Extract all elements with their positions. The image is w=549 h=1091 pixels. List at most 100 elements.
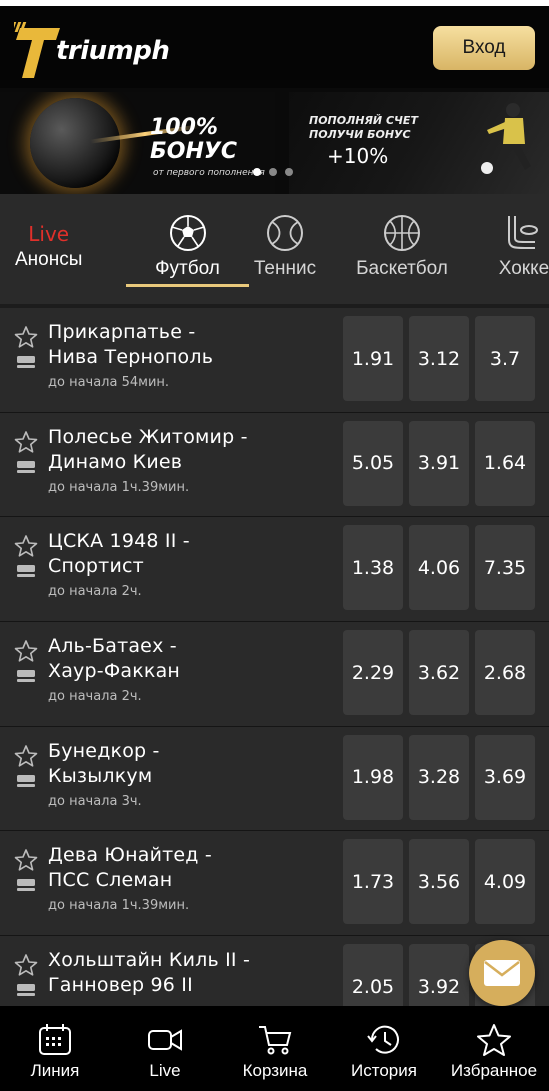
tab-tennis[interactable]: Теннис — [240, 194, 330, 304]
carousel-dot[interactable] — [253, 168, 261, 176]
nav-live[interactable]: Live — [110, 1006, 220, 1091]
odds-group: 5.05 3.91 1.64 — [343, 420, 535, 506]
away-team: Кызылкум — [48, 764, 153, 787]
odd-away-win[interactable]: 2.68 — [475, 630, 535, 716]
calendar-icon — [39, 1024, 71, 1055]
favorite-star-icon[interactable] — [14, 639, 38, 663]
favorite-star-icon[interactable] — [14, 430, 38, 454]
favorite-star-icon[interactable] — [14, 534, 38, 558]
soccer-ball-image — [30, 98, 120, 188]
star-icon — [477, 1024, 511, 1056]
match-row[interactable]: Прикарпатье - Нива Тернополь до начала 5… — [0, 308, 549, 413]
carousel-dots — [253, 168, 293, 176]
promo-banner-bonus[interactable]: 100% БОНУС от первого пополнения — [0, 92, 275, 194]
match-row[interactable]: Аль-Батаех - Хаур-Факкан до начала 2ч. 2… — [0, 622, 549, 727]
odds-group: 1.38 4.06 7.35 — [343, 525, 535, 611]
match-teams[interactable]: Хольштайн Киль II - Ганновер 96 II — [48, 948, 333, 998]
history-icon — [367, 1025, 399, 1054]
odds-group: 2.29 3.62 2.68 — [343, 630, 535, 716]
odd-home-win[interactable]: 1.73 — [343, 839, 403, 925]
broadcast-icon — [17, 984, 35, 997]
odd-away-win[interactable]: 1.64 — [475, 420, 535, 506]
nav-line[interactable]: Линия — [0, 1006, 110, 1091]
odds-group: 1.73 3.56 4.09 — [343, 839, 535, 925]
broadcast-icon — [17, 460, 35, 473]
match-teams[interactable]: Прикарпатье - Нива Тернополь — [48, 320, 333, 370]
odd-away-win[interactable]: 3.69 — [475, 734, 535, 820]
match-teams[interactable]: Бунедкор - Кызылкум — [48, 739, 333, 789]
favorite-star-icon[interactable] — [14, 953, 38, 977]
match-row[interactable]: Бунедкор - Кызылкум до начала 3ч. 1.98 3… — [0, 726, 549, 832]
tab-football[interactable]: Футбол — [126, 194, 249, 304]
away-team: Хаур-Факкан — [48, 660, 181, 683]
support-mail-button[interactable] — [469, 940, 535, 1006]
home-team: Дева Юнайтед - — [48, 844, 212, 867]
carousel-dot[interactable] — [285, 168, 293, 176]
match-teams[interactable]: Полесье Житомир - Динамо Киев — [48, 425, 333, 475]
odds-group: 1.98 3.28 3.69 — [343, 734, 535, 820]
tab-football-label: Футбол — [155, 258, 220, 279]
broadcast-icon — [17, 356, 35, 368]
nav-line-label: Линия — [30, 1061, 80, 1080]
app-header: triumph Вход — [0, 6, 549, 88]
odd-draw[interactable]: 3.62 — [409, 630, 469, 716]
tab-basketball[interactable]: Баскетбол — [346, 194, 458, 304]
favorite-star-icon[interactable] — [14, 325, 38, 349]
tab-tennis-label: Теннис — [253, 258, 317, 279]
home-team: Прикарпатье - — [48, 321, 196, 343]
match-row[interactable]: Дева Юнайтед - ПСС Слеман до начала 1ч.3… — [0, 831, 549, 937]
match-row[interactable]: ЦСКА 1948 II - Спортист до начала 2ч. 1.… — [0, 517, 549, 623]
tennis-ball-icon — [267, 215, 303, 251]
odd-draw[interactable]: 3.28 — [409, 734, 469, 820]
favorite-star-icon[interactable] — [14, 744, 38, 768]
odd-away-win[interactable]: 4.09 — [475, 839, 535, 925]
home-team: Бунедкор - — [48, 739, 160, 762]
match-start-time: до начала 54мин. — [48, 375, 170, 390]
match-start-time: до начала 1ч.39мин. — [48, 479, 190, 495]
promo-carousel[interactable]: 100% БОНУС от первого пополнения ПОПОЛНЯ… — [0, 88, 549, 194]
odd-draw[interactable]: 3.12 — [409, 316, 469, 401]
odd-home-win[interactable]: 2.29 — [343, 630, 403, 716]
soccer-ball-icon — [169, 215, 206, 251]
basketball-icon — [384, 215, 420, 251]
nav-live-label: Live — [149, 1061, 181, 1080]
match-start-time: до начала 3ч. — [48, 793, 142, 809]
carousel-dot[interactable] — [269, 168, 277, 176]
sport-tabs: Live Анонсы Футбол Теннис Баскетбол Хокк… — [0, 194, 549, 304]
home-team: ЦСКА 1948 II - — [48, 530, 190, 553]
match-start-time: до начала 1ч.39мин. — [48, 898, 190, 914]
favorite-star-icon[interactable] — [14, 848, 38, 872]
nav-favorites-label: Избранное — [450, 1061, 538, 1080]
tab-hockey[interactable]: Хокке — [480, 194, 549, 304]
nav-history[interactable]: История — [329, 1006, 439, 1091]
odd-draw[interactable]: 4.06 — [409, 525, 469, 611]
odd-away-win[interactable]: 7.35 — [475, 525, 535, 611]
triumph-logo[interactable]: triumph — [14, 20, 170, 80]
away-team: ПСС Слеман — [48, 869, 173, 892]
banner-deposit-percent: +10% — [327, 144, 389, 168]
nav-favorites[interactable]: Избранное — [439, 1006, 549, 1091]
away-team: Нива Тернополь — [48, 346, 214, 368]
odd-home-win[interactable]: 1.38 — [343, 525, 403, 611]
match-teams[interactable]: Аль-Батаех - Хаур-Факкан — [48, 634, 333, 684]
away-team: Спортист — [48, 555, 144, 578]
odd-home-win[interactable]: 1.98 — [343, 734, 403, 820]
banner-deposit-line1: ПОПОЛНЯЙ СЧЕТ — [309, 114, 418, 127]
match-teams[interactable]: ЦСКА 1948 II - Спортист — [48, 529, 333, 579]
odd-away-win[interactable]: 3.7 — [475, 316, 535, 401]
nav-cart-label: Корзина — [242, 1061, 308, 1080]
odd-draw[interactable]: 3.91 — [409, 420, 469, 506]
odd-home-win[interactable]: 1.91 — [343, 316, 403, 401]
match-row[interactable]: Полесье Житомир - Динамо Киев до начала … — [0, 412, 549, 518]
tab-hockey-label: Хокке — [498, 258, 549, 279]
match-teams[interactable]: Дева Юнайтед - ПСС Слеман — [48, 843, 333, 893]
odd-home-win[interactable]: 5.05 — [343, 420, 403, 506]
login-button[interactable]: Вход — [433, 26, 535, 70]
active-tab-indicator — [126, 284, 249, 287]
odd-draw[interactable]: 3.56 — [409, 839, 469, 925]
nav-cart[interactable]: Корзина — [220, 1006, 330, 1091]
away-team: Динамо Киев — [48, 450, 183, 473]
broadcast-icon — [17, 774, 35, 787]
promo-banner-deposit[interactable]: ПОПОЛНЯЙ СЧЕТ ПОЛУЧИ БОНУС +10% — [289, 92, 549, 194]
tab-live-anons[interactable]: Live Анонсы — [15, 222, 82, 274]
